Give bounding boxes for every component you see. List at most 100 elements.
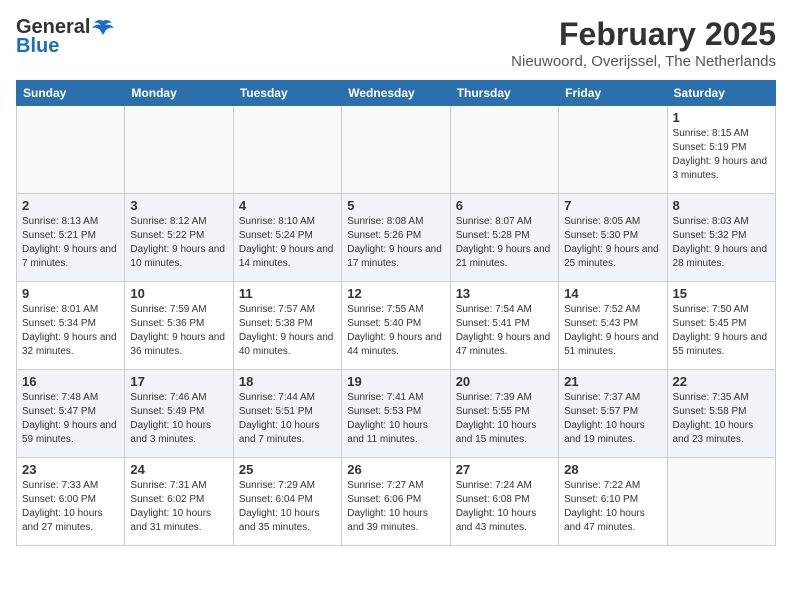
calendar-cell: 16 Sunrise: 7:48 AM Sunset: 5:47 PM Dayli… <box>17 370 125 458</box>
calendar-table: Sunday Monday Tuesday Wednesday Thursday… <box>16 80 776 546</box>
calendar-cell: 21Sunrise: 7:37 AM Sunset: 5:57 PM Dayli… <box>559 370 667 458</box>
calendar-cell <box>233 106 341 194</box>
day-number: 28 <box>564 462 661 477</box>
day-info: Sunrise: 8:05 AM Sunset: 5:30 PM Dayligh… <box>564 215 661 271</box>
day-info: Sunrise: 7:22 AM Sunset: 6:10 PM Dayligh… <box>564 479 661 535</box>
month-title: February 2025 <box>511 16 776 53</box>
day-number: 1 <box>673 110 770 125</box>
day-info: Sunrise: 7:24 AM Sunset: 6:08 PM Dayligh… <box>456 479 553 535</box>
calendar-cell: 26 Sunrise: 7:27 AM Sunset: 6:06 PM Dayli… <box>342 458 450 546</box>
day-info: Sunrise: 8:01 AM Sunset: 5:34 PM Dayligh… <box>22 303 119 359</box>
day-number: 19 <box>347 374 444 389</box>
day-info: Sunrise: 7:50 AM Sunset: 5:45 PM Dayligh… <box>673 303 770 359</box>
calendar-cell: 13Sunrise: 7:54 AM Sunset: 5:41 PM Dayli… <box>450 282 558 370</box>
day-info: Sunrise: 7:59 AM Sunset: 5:36 PM Dayligh… <box>130 303 227 359</box>
day-info: Sunrise: 7:48 AM Sunset: 5:47 PM Dayligh… <box>22 391 119 447</box>
day-info: Sunrise: 8:08 AM Sunset: 5:26 PM Dayligh… <box>347 215 444 271</box>
day-info: Sunrise: 7:57 AM Sunset: 5:38 PM Dayligh… <box>239 303 336 359</box>
calendar-cell: 14Sunrise: 7:52 AM Sunset: 5:43 PM Dayli… <box>559 282 667 370</box>
location: Nieuwoord, Overijssel, The Netherlands <box>511 53 776 70</box>
calendar-cell: 6 Sunrise: 8:07 AM Sunset: 5:28 PM Daylig… <box>450 194 558 282</box>
day-number: 12 <box>347 286 444 301</box>
calendar-cell: 1 Sunrise: 8:15 AM Sunset: 5:19 PM Daylig… <box>667 106 775 194</box>
col-friday: Friday <box>559 81 667 106</box>
day-info: Sunrise: 8:07 AM Sunset: 5:28 PM Dayligh… <box>456 215 553 271</box>
calendar-cell: 17 Sunrise: 7:46 AM Sunset: 5:49 PM Dayli… <box>125 370 233 458</box>
day-number: 18 <box>239 374 336 389</box>
day-info: Sunrise: 7:46 AM Sunset: 5:49 PM Dayligh… <box>130 391 227 447</box>
day-info: Sunrise: 7:41 AM Sunset: 5:53 PM Dayligh… <box>347 391 444 447</box>
day-number: 27 <box>456 462 553 477</box>
day-info: Sunrise: 7:27 AM Sunset: 6:06 PM Dayligh… <box>347 479 444 535</box>
day-info: Sunrise: 7:55 AM Sunset: 5:40 PM Dayligh… <box>347 303 444 359</box>
day-number: 11 <box>239 286 336 301</box>
calendar-cell: 8 Sunrise: 8:03 AM Sunset: 5:32 PM Daylig… <box>667 194 775 282</box>
day-info: Sunrise: 8:03 AM Sunset: 5:32 PM Dayligh… <box>673 215 770 271</box>
calendar-cell: 3 Sunrise: 8:12 AM Sunset: 5:22 PM Daylig… <box>125 194 233 282</box>
calendar-cell: 7 Sunrise: 8:05 AM Sunset: 5:30 PM Daylig… <box>559 194 667 282</box>
day-info: Sunrise: 7:29 AM Sunset: 6:04 PM Dayligh… <box>239 479 336 535</box>
col-wednesday: Wednesday <box>342 81 450 106</box>
col-thursday: Thursday <box>450 81 558 106</box>
calendar-cell <box>667 458 775 546</box>
calendar-cell: 28 Sunrise: 7:22 AM Sunset: 6:10 PM Dayli… <box>559 458 667 546</box>
day-number: 15 <box>673 286 770 301</box>
day-number: 17 <box>130 374 227 389</box>
col-monday: Monday <box>125 81 233 106</box>
day-number: 10 <box>130 286 227 301</box>
day-number: 3 <box>130 198 227 213</box>
calendar-week-row: 16 Sunrise: 7:48 AM Sunset: 5:47 PM Dayli… <box>17 370 776 458</box>
day-number: 9 <box>22 286 119 301</box>
calendar-cell: 10 Sunrise: 7:59 AM Sunset: 5:36 PM Dayli… <box>125 282 233 370</box>
calendar-cell: 15 Sunrise: 7:50 AM Sunset: 5:45 PM Dayli… <box>667 282 775 370</box>
day-info: Sunrise: 8:15 AM Sunset: 5:19 PM Dayligh… <box>673 127 770 183</box>
calendar-week-row: 1 Sunrise: 8:15 AM Sunset: 5:19 PM Daylig… <box>17 106 776 194</box>
calendar-header-row: Sunday Monday Tuesday Wednesday Thursday… <box>17 81 776 106</box>
day-number: 23 <box>22 462 119 477</box>
page-header: General Blue February 2025 Nieuwoord, Ov… <box>16 16 776 70</box>
day-number: 26 <box>347 462 444 477</box>
calendar-week-row: 2 Sunrise: 8:13 AM Sunset: 5:21 PM Daylig… <box>17 194 776 282</box>
day-number: 4 <box>239 198 336 213</box>
col-sunday: Sunday <box>17 81 125 106</box>
calendar-cell: 5Sunrise: 8:08 AM Sunset: 5:26 PM Daylig… <box>342 194 450 282</box>
calendar-cell: 23 Sunrise: 7:33 AM Sunset: 6:00 PM Dayli… <box>17 458 125 546</box>
calendar-cell: 20 Sunrise: 7:39 AM Sunset: 5:55 PM Dayli… <box>450 370 558 458</box>
day-info: Sunrise: 7:35 AM Sunset: 5:58 PM Dayligh… <box>673 391 770 447</box>
col-tuesday: Tuesday <box>233 81 341 106</box>
calendar-week-row: 9 Sunrise: 8:01 AM Sunset: 5:34 PM Daylig… <box>17 282 776 370</box>
day-number: 6 <box>456 198 553 213</box>
logo-bird-icon <box>92 19 114 37</box>
day-number: 2 <box>22 198 119 213</box>
calendar-cell: 12 Sunrise: 7:55 AM Sunset: 5:40 PM Dayli… <box>342 282 450 370</box>
day-number: 13 <box>456 286 553 301</box>
calendar-cell: 27 Sunrise: 7:24 AM Sunset: 6:08 PM Dayli… <box>450 458 558 546</box>
calendar-cell: 11 Sunrise: 7:57 AM Sunset: 5:38 PM Dayli… <box>233 282 341 370</box>
day-number: 16 <box>22 374 119 389</box>
calendar-cell: 25 Sunrise: 7:29 AM Sunset: 6:04 PM Dayli… <box>233 458 341 546</box>
calendar-cell <box>342 106 450 194</box>
logo: General Blue <box>16 16 114 58</box>
day-info: Sunrise: 7:33 AM Sunset: 6:00 PM Dayligh… <box>22 479 119 535</box>
day-info: Sunrise: 8:12 AM Sunset: 5:22 PM Dayligh… <box>130 215 227 271</box>
day-info: Sunrise: 7:39 AM Sunset: 5:55 PM Dayligh… <box>456 391 553 447</box>
calendar-week-row: 23 Sunrise: 7:33 AM Sunset: 6:00 PM Dayli… <box>17 458 776 546</box>
day-info: Sunrise: 7:31 AM Sunset: 6:02 PM Dayligh… <box>130 479 227 535</box>
day-info: Sunrise: 8:10 AM Sunset: 5:24 PM Dayligh… <box>239 215 336 271</box>
calendar-cell: 19 Sunrise: 7:41 AM Sunset: 5:53 PM Dayli… <box>342 370 450 458</box>
day-number: 7 <box>564 198 661 213</box>
day-number: 8 <box>673 198 770 213</box>
calendar-cell: 22Sunrise: 7:35 AM Sunset: 5:58 PM Dayli… <box>667 370 775 458</box>
calendar-cell: 2 Sunrise: 8:13 AM Sunset: 5:21 PM Daylig… <box>17 194 125 282</box>
calendar-cell <box>125 106 233 194</box>
calendar-cell: 4 Sunrise: 8:10 AM Sunset: 5:24 PM Daylig… <box>233 194 341 282</box>
day-number: 14 <box>564 286 661 301</box>
day-number: 25 <box>239 462 336 477</box>
day-number: 24 <box>130 462 227 477</box>
calendar-cell <box>559 106 667 194</box>
day-info: Sunrise: 8:13 AM Sunset: 5:21 PM Dayligh… <box>22 215 119 271</box>
day-number: 20 <box>456 374 553 389</box>
day-number: 21 <box>564 374 661 389</box>
calendar-cell: 9 Sunrise: 8:01 AM Sunset: 5:34 PM Daylig… <box>17 282 125 370</box>
logo-blue: Blue <box>16 35 59 58</box>
